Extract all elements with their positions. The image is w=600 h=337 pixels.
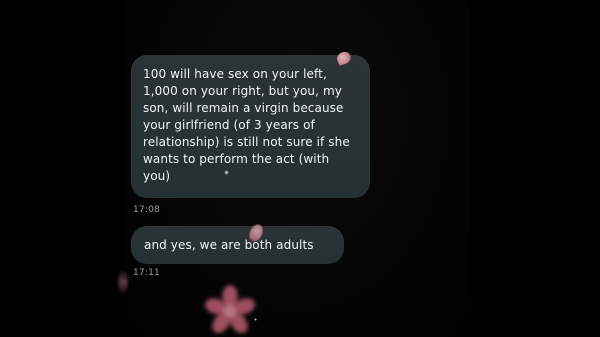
flower-icon — [205, 285, 255, 334]
message-bubble[interactable]: and yes, we are both adults — [131, 226, 344, 264]
sparkle-icon — [224, 170, 229, 175]
message-timestamp: 17:11 — [133, 268, 160, 278]
message-text: and yes, we are both adults — [144, 238, 314, 252]
message-text: 100 will have sex on your left, 1,000 on… — [143, 67, 350, 183]
message-timestamp: 17:08 — [133, 205, 160, 215]
chat-screen: 100 will have sex on your left, 1,000 on… — [0, 0, 600, 337]
message-bubble[interactable]: 100 will have sex on your left, 1,000 on… — [131, 55, 370, 198]
